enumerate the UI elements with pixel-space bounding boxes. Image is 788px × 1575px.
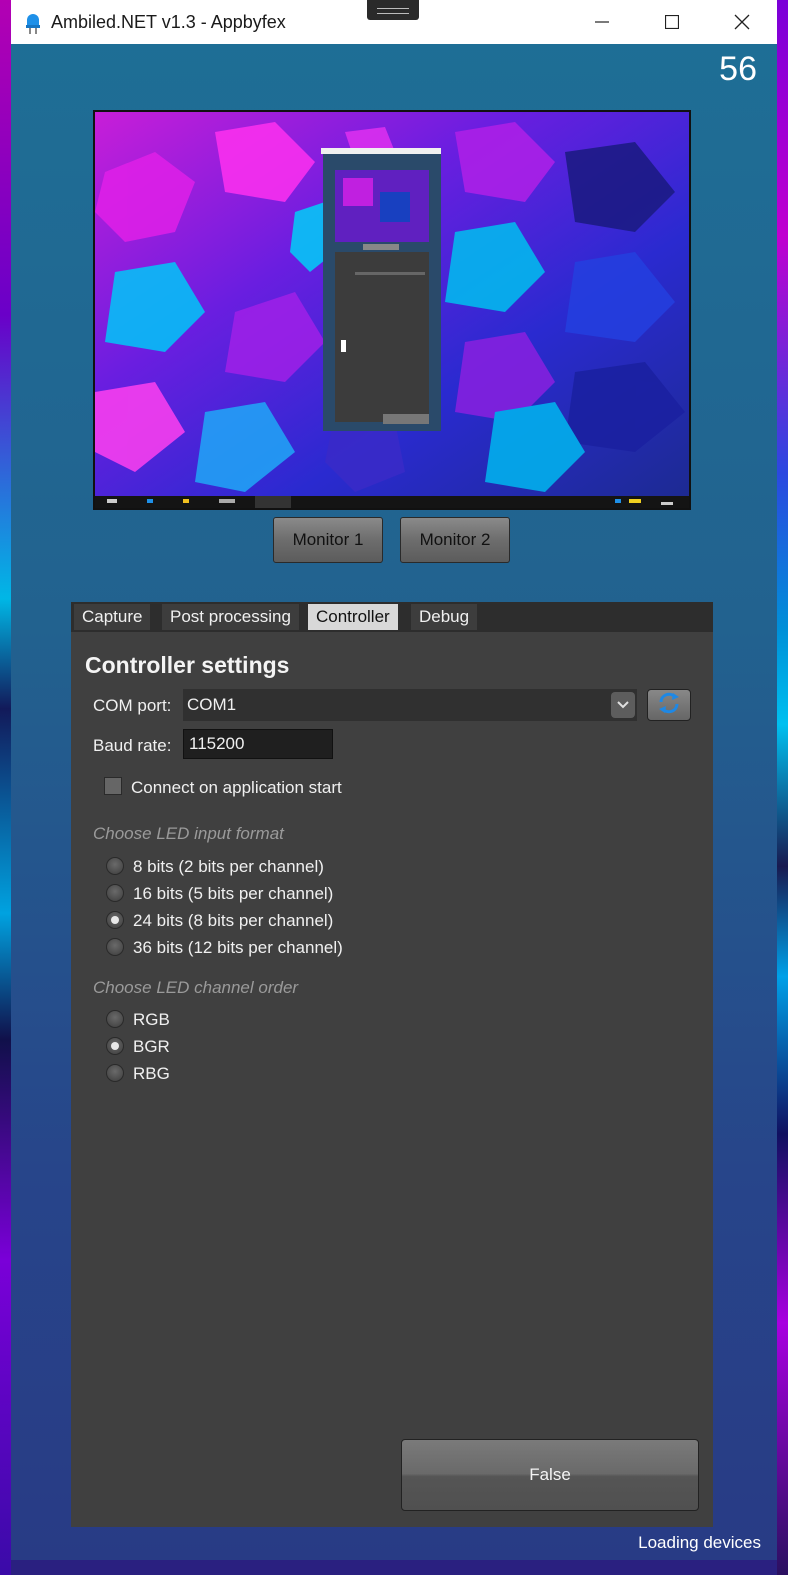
radio-8-bits-label: 8 bits (2 bits per channel)	[133, 857, 324, 876]
radio-8-bits[interactable]	[106, 857, 124, 875]
com-port-value: COM1	[187, 695, 237, 714]
monitor-2-button[interactable]: Monitor 2	[400, 517, 510, 563]
tab-debug[interactable]: Debug	[411, 604, 478, 630]
app-window: Ambiled.NET v1.3 - Appbyfex 56 Monitor 1…	[11, 0, 777, 1560]
baud-rate-input[interactable]: 115200	[183, 729, 333, 759]
monitor-1-button[interactable]: Monitor 1	[273, 517, 383, 563]
tab-capture[interactable]: Capture	[74, 604, 151, 630]
radio-rbg-label: RBG	[133, 1064, 170, 1083]
channel-order-heading: Choose LED channel order	[93, 978, 299, 997]
refresh-ports-button[interactable]	[647, 689, 691, 721]
status-text: Loading devices	[638, 1533, 761, 1552]
connect-on-start-label: Connect on application start	[131, 778, 342, 797]
refresh-icon	[657, 692, 681, 719]
tab-controller[interactable]: Controller	[308, 604, 398, 630]
close-button[interactable]	[707, 0, 777, 44]
minimize-button[interactable]	[567, 0, 637, 44]
window-title: Ambiled.NET v1.3 - Appbyfex	[51, 12, 286, 32]
radio-16-bits-label: 16 bits (5 bits per channel)	[133, 884, 334, 903]
monitor-preview	[93, 110, 691, 510]
radio-16-bits[interactable]	[106, 884, 124, 902]
title-bar[interactable]: Ambiled.NET v1.3 - Appbyfex	[11, 0, 777, 44]
tab-post-processing[interactable]: Post processing	[162, 604, 299, 630]
chevron-down-icon[interactable]	[611, 692, 635, 718]
com-port-select[interactable]: COM1	[183, 689, 637, 721]
connect-on-start-checkbox[interactable]	[104, 777, 122, 795]
radio-bgr[interactable]	[106, 1037, 124, 1055]
maximize-button[interactable]	[637, 0, 707, 44]
led-bulb-icon	[23, 10, 43, 34]
maximize-icon	[665, 15, 679, 29]
radio-bgr-label: BGR	[133, 1037, 170, 1056]
radio-36-bits-label: 36 bits (12 bits per channel)	[133, 938, 343, 957]
minimize-icon	[595, 15, 609, 29]
led-format-heading: Choose LED input format	[93, 824, 284, 843]
snap-layout-handle[interactable]	[367, 0, 419, 20]
close-icon	[734, 14, 750, 30]
tab-strip: Capture Post processing Controller Debug	[71, 602, 713, 632]
radio-rgb[interactable]	[106, 1010, 124, 1028]
com-port-label: COM port:	[93, 696, 172, 715]
radio-24-bits-label: 24 bits (8 bits per channel)	[133, 911, 334, 930]
connect-toggle-button[interactable]: False	[401, 1439, 699, 1511]
radio-36-bits[interactable]	[106, 938, 124, 956]
fps-counter: 56	[719, 50, 757, 88]
baud-rate-label: Baud rate:	[93, 736, 172, 755]
desktop-background-left	[0, 0, 11, 1575]
section-title: Controller settings	[85, 652, 290, 678]
radio-rbg[interactable]	[106, 1064, 124, 1082]
desktop-background-right	[777, 0, 788, 1575]
radio-24-bits[interactable]	[106, 911, 124, 929]
radio-rgb-label: RGB	[133, 1010, 170, 1029]
